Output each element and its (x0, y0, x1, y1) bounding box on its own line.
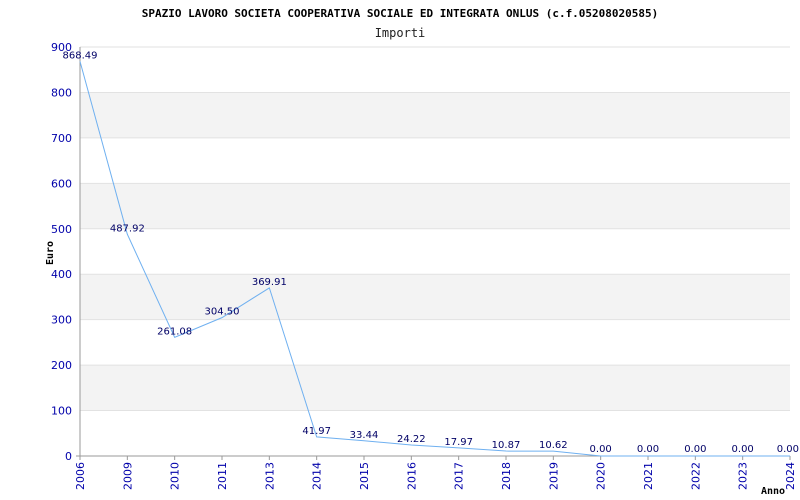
data-label: 33.44 (350, 430, 379, 441)
x-tick-label: 2015 (358, 462, 371, 490)
data-label: 24.22 (397, 434, 426, 445)
y-tick-label: 800 (51, 86, 72, 99)
y-tick-label: 600 (51, 177, 72, 190)
line-chart: SPAZIO LAVORO SOCIETA COOPERATIVA SOCIAL… (45, 7, 799, 497)
data-label: 0.00 (777, 444, 799, 455)
data-label: 0.00 (684, 444, 706, 455)
x-tick-label: 2013 (263, 462, 276, 490)
x-tick-label: 2021 (642, 462, 655, 490)
data-label: 487.92 (110, 223, 145, 234)
grid-band (80, 137, 790, 184)
y-tick-label: 500 (51, 223, 72, 236)
x-tick-label: 2010 (169, 462, 182, 490)
x-axis-title: Anno (761, 486, 785, 497)
x-tick-label: 2009 (121, 462, 134, 490)
grid-bands (80, 47, 790, 456)
data-label: 868.49 (63, 50, 98, 61)
data-label: 17.97 (444, 437, 473, 448)
chart-title: SPAZIO LAVORO SOCIETA COOPERATIVA SOCIAL… (142, 7, 659, 20)
y-tick-label: 0 (65, 450, 72, 463)
data-label: 0.00 (732, 444, 754, 455)
grid-band (80, 274, 790, 320)
y-tick-label: 400 (51, 268, 72, 281)
x-tick-label: 2016 (405, 462, 418, 490)
grid-band (80, 92, 790, 138)
data-label: 0.00 (637, 444, 659, 455)
x-tick-label: 2019 (547, 462, 560, 490)
y-tick-label: 700 (51, 132, 72, 145)
x-tick-label: 2018 (500, 462, 513, 490)
data-label: 41.97 (302, 426, 331, 437)
x-tick-label: 2024 (784, 462, 797, 490)
x-tick-label: 2017 (453, 462, 466, 490)
y-tick-label: 200 (51, 359, 72, 372)
data-label: 369.91 (252, 277, 287, 288)
x-tick-label: 2014 (311, 462, 324, 490)
chart-subtitle: Importi (375, 26, 426, 40)
y-axis-title: Euro (45, 241, 56, 265)
data-label: 10.87 (492, 440, 521, 451)
y-tick-label: 300 (51, 314, 72, 327)
x-tick-label: 2011 (216, 462, 229, 490)
x-tick-label: 2022 (689, 462, 702, 490)
x-tick-label: 2023 (737, 462, 750, 490)
grid-band (80, 183, 790, 229)
x-tick-label: 2020 (595, 462, 608, 490)
data-label: 0.00 (590, 444, 612, 455)
data-label: 261.08 (157, 326, 192, 337)
grid-band (80, 365, 790, 411)
grid-band (80, 228, 790, 275)
grid-band (80, 47, 790, 93)
y-tick-label: 100 (51, 405, 72, 418)
data-label: 304.50 (205, 307, 240, 318)
x-tick-labels: 2006 2009 2010 2011 2013 2014 2015 2016 2017 2018… (74, 462, 797, 490)
x-tick-label: 2006 (74, 462, 87, 490)
data-label: 10.62 (539, 440, 568, 451)
